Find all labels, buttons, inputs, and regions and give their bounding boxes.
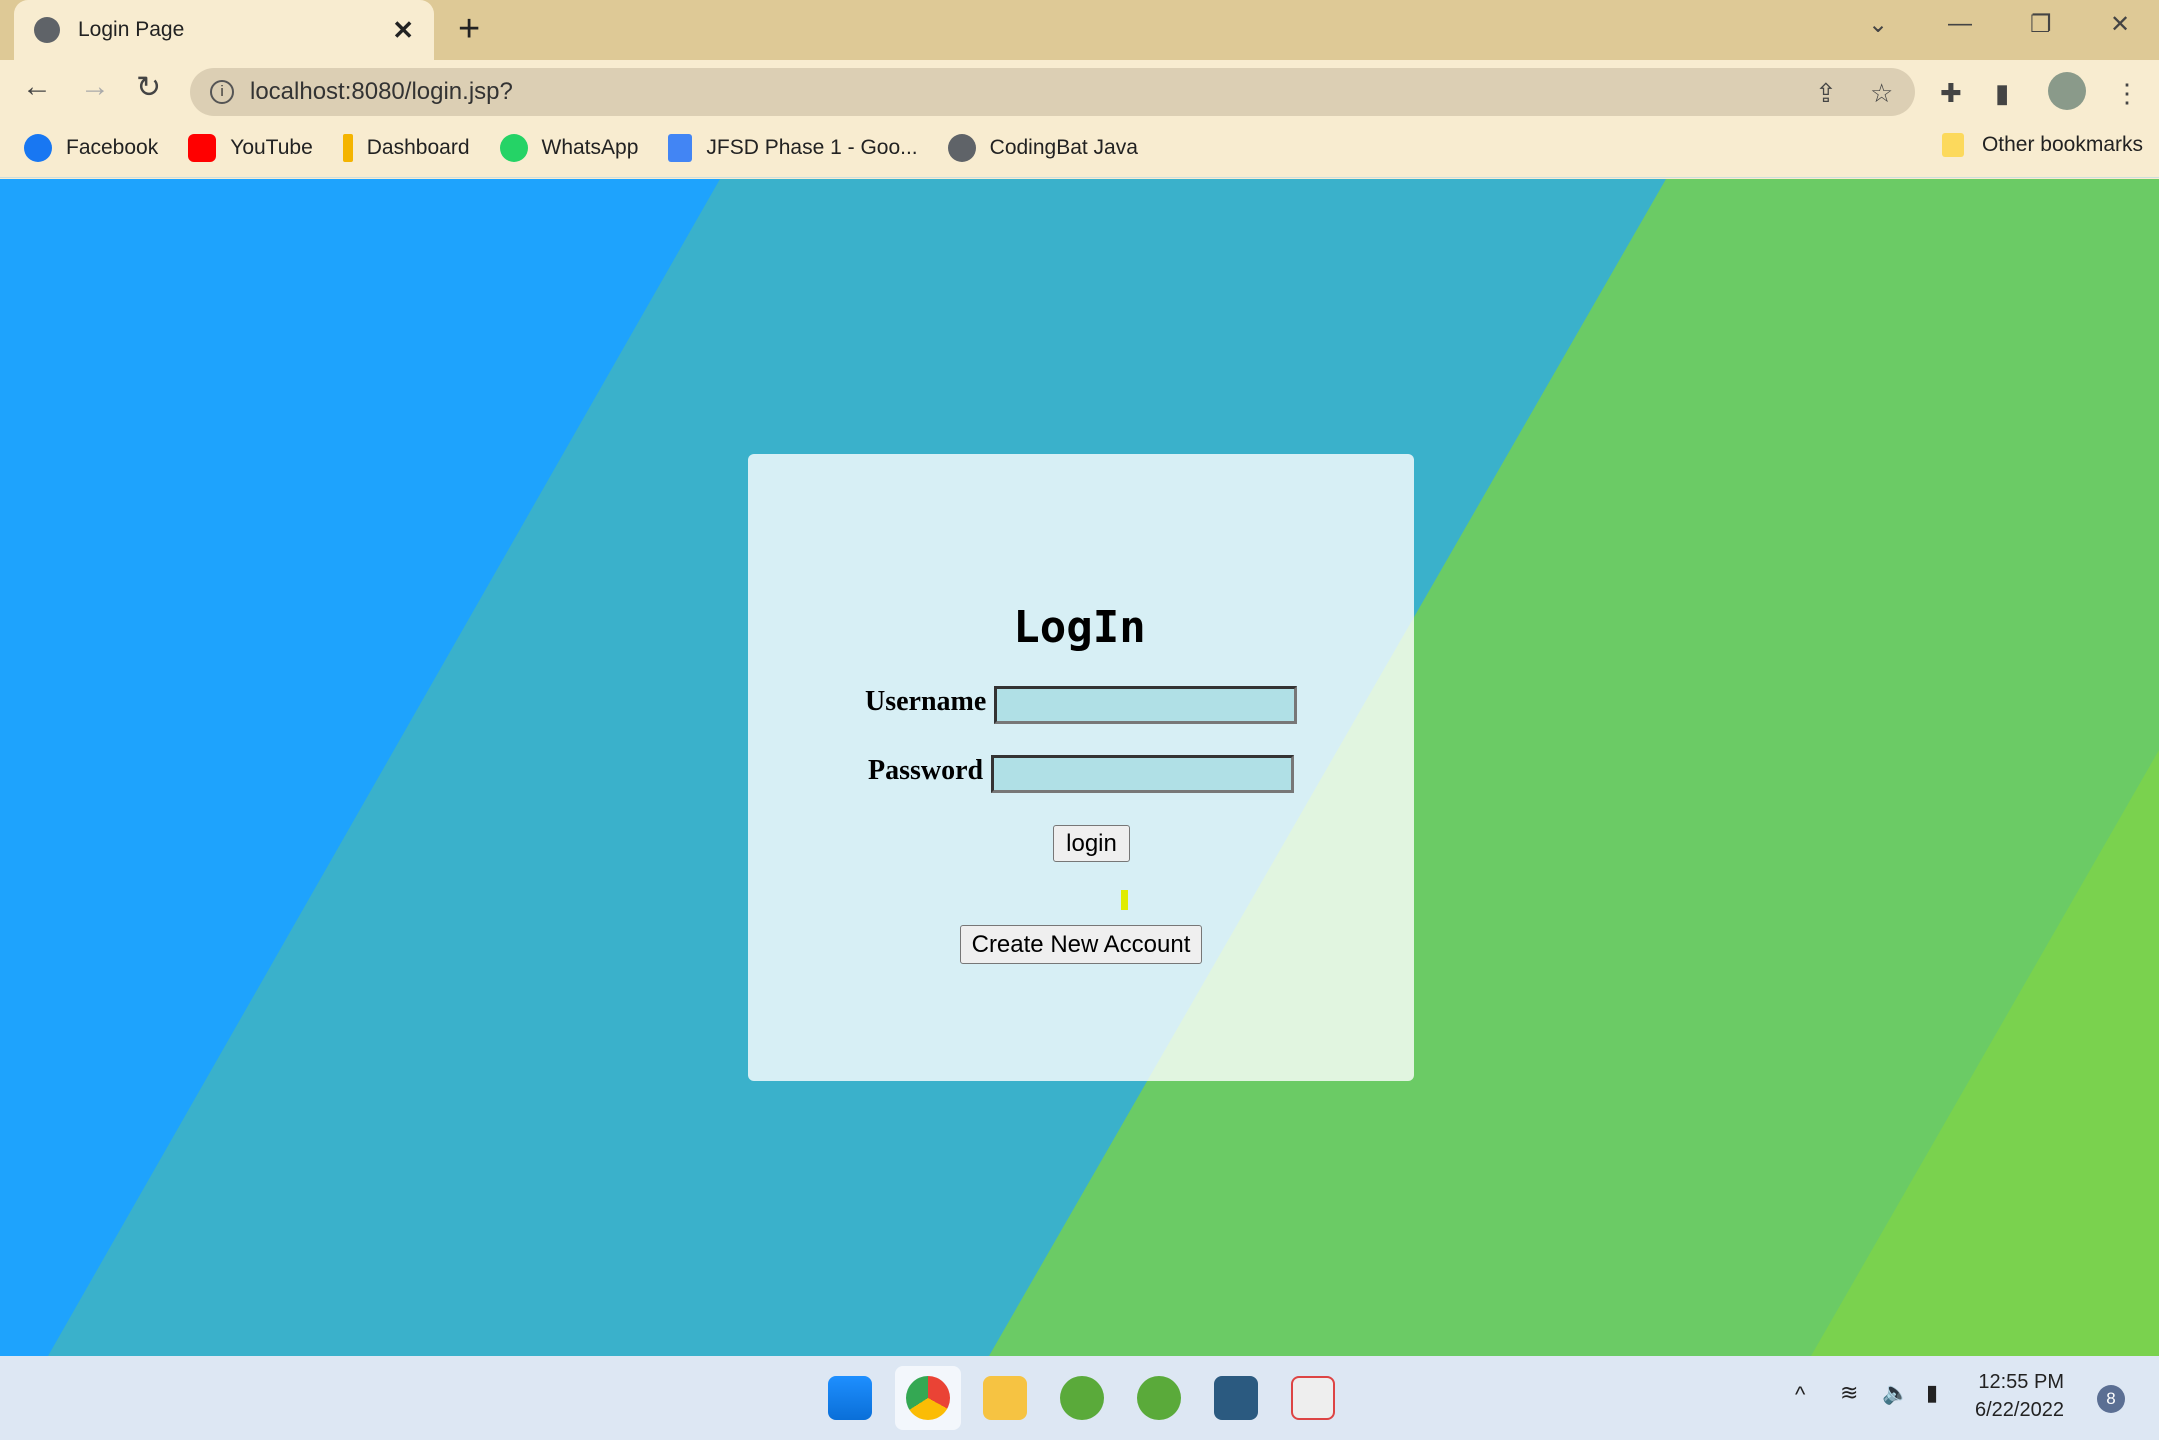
side-panel-icon[interactable]: ▮ bbox=[1995, 78, 2009, 109]
chrome-icon[interactable] bbox=[906, 1376, 950, 1420]
start-icon[interactable] bbox=[828, 1376, 872, 1420]
docs-icon bbox=[668, 133, 693, 162]
create-account-button[interactable]: Create New Account bbox=[960, 925, 1202, 964]
bookmark-label: JFSD Phase 1 - Goo... bbox=[706, 135, 918, 159]
chevron-up-icon[interactable]: ^ bbox=[1795, 1382, 1805, 1408]
time: 12:55 PM bbox=[1978, 1371, 2064, 1393]
battery-icon[interactable]: ▮ bbox=[1926, 1380, 1938, 1406]
close-tab-icon[interactable]: ✕ bbox=[392, 15, 414, 46]
page-title: LogIn bbox=[1013, 602, 1146, 653]
youtube-icon bbox=[188, 133, 217, 162]
bookmark-label: Facebook bbox=[66, 135, 159, 159]
bookmark-jfsd[interactable]: JFSD Phase 1 - Goo... bbox=[668, 133, 918, 162]
bookmark-label: WhatsApp bbox=[541, 135, 639, 159]
avatar[interactable] bbox=[2048, 72, 2086, 110]
snipping-tool-icon[interactable] bbox=[1291, 1376, 1335, 1420]
share-icon[interactable]: ⇪ bbox=[1815, 78, 1837, 109]
url-text: localhost:8080/login.jsp? bbox=[250, 78, 513, 105]
username-input[interactable] bbox=[994, 686, 1297, 724]
globe-icon bbox=[34, 17, 60, 43]
other-bookmarks[interactable]: Other bookmarks bbox=[1941, 133, 2143, 157]
star-icon[interactable]: ☆ bbox=[1870, 78, 1893, 109]
notification-badge[interactable]: 8 bbox=[2097, 1385, 2125, 1413]
whatsapp-icon bbox=[499, 133, 528, 162]
browser-tab[interactable]: Login Page ✕ bbox=[14, 0, 434, 60]
bookmark-label: YouTube bbox=[230, 135, 313, 159]
wifi-icon[interactable]: ≋ bbox=[1840, 1380, 1858, 1406]
bookmark-label: Dashboard bbox=[366, 135, 470, 159]
username-label: Username bbox=[865, 686, 987, 717]
new-tab-button[interactable]: + bbox=[458, 8, 480, 51]
bookmark-label: CodingBat Java bbox=[989, 135, 1138, 159]
menu-icon[interactable]: ⋮ bbox=[2114, 78, 2140, 109]
folder-icon bbox=[1941, 133, 1964, 157]
facebook-icon bbox=[24, 133, 52, 162]
other-bookmarks-label: Other bookmarks bbox=[1981, 133, 2143, 156]
volume-icon[interactable]: 🔈 bbox=[1882, 1380, 1909, 1406]
bookmark-youtube[interactable]: YouTube bbox=[188, 133, 313, 162]
reload-icon[interactable]: ↻ bbox=[136, 70, 161, 105]
restore-button[interactable]: ❐ bbox=[2030, 10, 2052, 39]
date: 6/22/2022 bbox=[1975, 1399, 2064, 1421]
spring-tools-icon-2[interactable] bbox=[1137, 1376, 1181, 1420]
message-marker bbox=[1121, 890, 1128, 910]
clock[interactable]: 12:55 PM 6/22/2022 bbox=[1975, 1368, 2064, 1424]
tab-title: Login Page bbox=[78, 18, 185, 41]
file-explorer-icon[interactable] bbox=[983, 1376, 1027, 1420]
back-icon[interactable]: ← bbox=[22, 70, 52, 104]
spring-tools-icon[interactable] bbox=[1060, 1376, 1104, 1420]
dashboard-icon bbox=[342, 133, 353, 162]
close-window-button[interactable]: ✕ bbox=[2110, 10, 2130, 39]
password-label: Password bbox=[868, 755, 984, 786]
extensions-icon[interactable]: ✚ bbox=[1940, 78, 1962, 109]
bookmark-whatsapp[interactable]: WhatsApp bbox=[499, 133, 639, 162]
bookmark-codingbat[interactable]: CodingBat Java bbox=[947, 133, 1138, 162]
forward-icon[interactable]: → bbox=[80, 70, 110, 104]
tab-search-icon[interactable]: ⌄ bbox=[1868, 10, 1888, 39]
bookmark-facebook[interactable]: Facebook bbox=[24, 133, 159, 162]
bookmark-dashboard[interactable]: Dashboard bbox=[342, 133, 470, 162]
login-button[interactable]: login bbox=[1053, 825, 1130, 862]
address-bar[interactable]: i localhost:8080/login.jsp? bbox=[190, 68, 1915, 116]
info-icon[interactable]: i bbox=[210, 80, 234, 104]
password-input[interactable] bbox=[991, 755, 1294, 793]
bookmarks-bar: Facebook YouTube Dashboard WhatsApp JFSD… bbox=[0, 118, 2159, 178]
mysql-workbench-icon[interactable] bbox=[1214, 1376, 1258, 1420]
minimize-button[interactable]: — bbox=[1948, 10, 1972, 38]
globe-icon bbox=[947, 133, 976, 162]
